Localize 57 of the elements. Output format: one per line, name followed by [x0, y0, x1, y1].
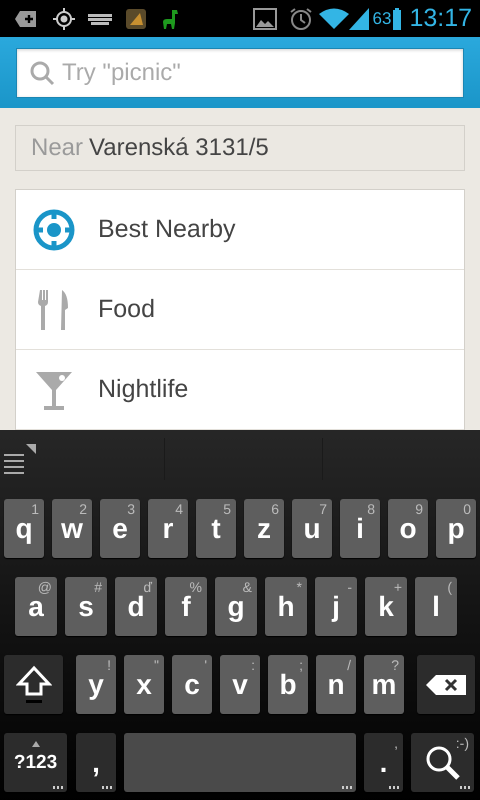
key[interactable]: o 9: [388, 499, 428, 558]
more-dots-icon: [102, 786, 112, 789]
notification-plus-icon: [14, 8, 38, 28]
image-icon: [252, 8, 277, 30]
key[interactable]: ,: [76, 733, 116, 792]
key[interactable]: d ď: [115, 577, 157, 636]
caret-icon: [32, 741, 40, 747]
key[interactable]: . ,: [364, 733, 403, 792]
shift-key[interactable]: [4, 655, 63, 714]
key[interactable]: r 4: [148, 499, 188, 558]
more-dots-icon: [342, 786, 352, 789]
key[interactable]: m ?: [364, 655, 404, 714]
search-field[interactable]: Try "picnic": [16, 48, 464, 98]
more-dots-icon: [389, 786, 399, 789]
shift-arrow-icon: [16, 664, 52, 704]
more-dots-icon: [53, 786, 63, 789]
battery-icon: [393, 8, 402, 30]
search-icon: [29, 60, 55, 86]
key[interactable]: g &: [215, 577, 257, 636]
key[interactable]: l (: [415, 577, 457, 636]
key[interactable]: h *: [265, 577, 307, 636]
wifi-icon: [318, 8, 349, 30]
search-key[interactable]: :-): [411, 733, 474, 792]
key[interactable]: t 5: [196, 499, 236, 558]
key[interactable]: p 0: [436, 499, 476, 558]
key[interactable]: i 8: [340, 499, 380, 558]
key[interactable]: q 1: [4, 499, 44, 558]
key[interactable]: k +: [365, 577, 407, 636]
key[interactable]: s #: [65, 577, 107, 636]
battery-percent: 63: [372, 8, 392, 28]
more-dots-icon: [460, 786, 470, 789]
category-item[interactable]: Food: [16, 270, 464, 350]
key[interactable]: x ": [124, 655, 164, 714]
key[interactable]: z 6: [244, 499, 284, 558]
key[interactable]: c ': [172, 655, 212, 714]
alarm-icon: [288, 6, 313, 30]
key[interactable]: n /: [316, 655, 356, 714]
key[interactable]: u 7: [292, 499, 332, 558]
key[interactable]: j -: [315, 577, 357, 636]
key[interactable]: v :: [220, 655, 260, 714]
key[interactable]: e 3: [100, 499, 140, 558]
key[interactable]: f %: [165, 577, 207, 636]
location-field[interactable]: Near Varenská 3131/5: [15, 125, 465, 171]
gps-icon: [52, 6, 76, 30]
key[interactable]: b ;: [268, 655, 308, 714]
backspace-icon: [426, 674, 466, 694]
delete-key[interactable]: [417, 655, 475, 714]
key[interactable]: y !: [76, 655, 116, 714]
key[interactable]: w 2: [52, 499, 92, 558]
clock-time: 13:17: [409, 4, 472, 33]
signal-icon: [348, 8, 369, 30]
key[interactable]: a @: [15, 577, 57, 636]
symbols-key[interactable]: ?123: [4, 733, 67, 792]
category-item[interactable]: Best Nearby: [16, 190, 464, 270]
app-icon: [126, 8, 146, 28]
keyboard-icon: [88, 12, 112, 24]
crosshair-icon: [32, 208, 76, 252]
